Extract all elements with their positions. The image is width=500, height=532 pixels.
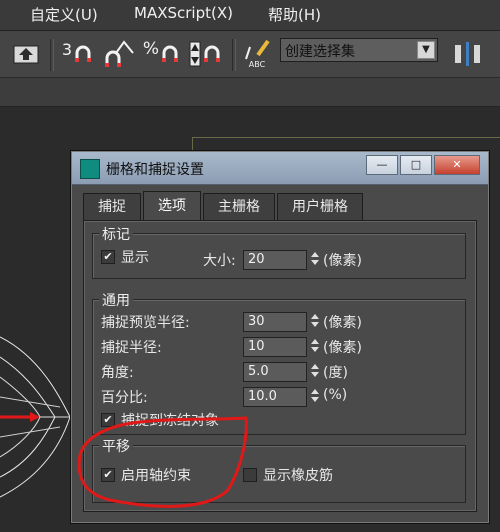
show-markers-checkbox[interactable]: ✔ bbox=[101, 250, 115, 264]
snap-radius-label: 捕捉半径: bbox=[101, 340, 162, 356]
menu-maxscript[interactable]: MAXScript(X) bbox=[134, 4, 233, 22]
rubber-band-checkbox[interactable] bbox=[243, 468, 257, 482]
general-group-title: 通用 bbox=[99, 290, 133, 310]
snap-toggle-button[interactable]: 3 bbox=[58, 37, 98, 71]
magnet-icon bbox=[75, 45, 92, 62]
general-group: 通用 捕捉预览半径: 30 (像素) 捕捉半径: 10 (像素) 角度: 5.0… bbox=[92, 290, 466, 435]
marker-size-label: 大小: bbox=[203, 253, 236, 269]
snap-to-frozen-checkbox[interactable]: ✔ bbox=[101, 413, 115, 427]
angle-snap-icon bbox=[105, 40, 134, 67]
axis-constraint-checkbox[interactable]: ✔ bbox=[101, 468, 115, 482]
spinner-snap-button[interactable] bbox=[186, 37, 226, 71]
percent-label: 百分比: bbox=[101, 390, 148, 406]
dialog-title: 栅格和捕捉设置 bbox=[106, 162, 204, 178]
edit-named-selection-button[interactable]: ABC bbox=[240, 37, 274, 71]
axis-constraint-label: 启用轴约束 bbox=[121, 468, 191, 484]
marker-size-input[interactable]: 20 bbox=[243, 250, 307, 270]
toolbar-separator bbox=[50, 39, 54, 71]
angle-label: 角度: bbox=[101, 365, 134, 381]
percent-snap-label: % bbox=[142, 39, 160, 59]
marker-size-spinner[interactable] bbox=[309, 250, 320, 270]
tab-home-grid[interactable]: 主栅格 bbox=[203, 193, 275, 220]
menu-bar: 自定义(U) MAXScript(X) 帮助(H) bbox=[0, 0, 500, 31]
pencil-icon bbox=[245, 39, 270, 60]
named-selection-dropdown[interactable]: 创建选择集 ▼ bbox=[280, 38, 438, 62]
angle-spinner[interactable] bbox=[309, 362, 320, 382]
mirror-icon bbox=[455, 42, 480, 66]
close-button[interactable]: ✕ bbox=[434, 155, 480, 175]
angle-unit: (度) bbox=[323, 365, 348, 381]
percent-snap-button[interactable]: % bbox=[142, 37, 182, 71]
edit-named-sel-label: ABC bbox=[248, 60, 266, 69]
dialog-tabs: 捕捉 选项 主栅格 用户栅格 bbox=[83, 191, 365, 221]
angle-input[interactable]: 5.0 bbox=[243, 362, 307, 382]
snap-radius-input[interactable]: 10 bbox=[243, 337, 307, 357]
minimize-button[interactable]: — bbox=[366, 155, 398, 175]
menu-help[interactable]: 帮助(H) bbox=[268, 4, 321, 25]
snap-preview-radius-spinner[interactable] bbox=[309, 312, 320, 332]
tab-options[interactable]: 选项 bbox=[143, 191, 201, 220]
snap-radius-unit: (像素) bbox=[323, 340, 362, 356]
snap-preview-radius-input[interactable]: 30 bbox=[243, 312, 307, 332]
toolbar-strip bbox=[0, 78, 500, 107]
magnet-icon bbox=[204, 45, 220, 62]
dialog-title-bar[interactable]: 栅格和捕捉设置 — □ ✕ bbox=[72, 152, 488, 185]
translation-group: 平移 ✔ 启用轴约束 显示橡皮筋 bbox=[92, 436, 466, 503]
snap-to-frozen-label: 捕捉到冻结对象 bbox=[121, 413, 219, 429]
markers-group-title: 标记 bbox=[99, 224, 133, 244]
snap-radius-spinner[interactable] bbox=[309, 337, 320, 357]
options-panel: 标记 ✔ 显示 大小: 20 (像素) 通用 捕捉预览半径: 30 (像素) 捕… bbox=[83, 220, 477, 512]
snap-3d-label: 3 bbox=[61, 39, 73, 59]
toolbar-separator bbox=[232, 39, 236, 71]
percent-input[interactable]: 10.0 bbox=[243, 387, 307, 407]
rubber-band-label: 显示橡皮筋 bbox=[263, 468, 333, 484]
percent-spinner[interactable] bbox=[309, 387, 320, 407]
named-selection-text: 创建选择集 bbox=[285, 44, 355, 60]
maximize-button[interactable]: □ bbox=[400, 155, 432, 175]
marker-size-unit: (像素) bbox=[323, 253, 362, 269]
wireframe-object bbox=[0, 336, 71, 498]
tab-user-grids[interactable]: 用户栅格 bbox=[277, 193, 363, 220]
tab-snaps[interactable]: 捕捉 bbox=[83, 193, 141, 220]
main-toolbar: 3 % ABC 创建选择集 ▼ bbox=[0, 31, 500, 78]
markers-group: 标记 ✔ 显示 大小: 20 (像素) bbox=[92, 224, 466, 279]
magnet-icon bbox=[162, 45, 179, 62]
grid-snap-settings-dialog: 栅格和捕捉设置 — □ ✕ 捕捉 选项 主栅格 用户栅格 标记 ✔ 显示 大小:… bbox=[70, 150, 490, 524]
show-markers-label: 显示 bbox=[121, 250, 149, 266]
move-up-icon bbox=[13, 45, 39, 64]
spinner-icon bbox=[189, 41, 201, 67]
snap-preview-radius-unit: (像素) bbox=[323, 315, 362, 331]
angle-snap-button[interactable] bbox=[100, 37, 138, 71]
percent-unit: (%) bbox=[323, 387, 348, 403]
select-move-button[interactable] bbox=[8, 37, 44, 71]
viewport-border bbox=[192, 137, 500, 138]
chevron-down-icon[interactable]: ▼ bbox=[417, 41, 435, 59]
snap-preview-radius-label: 捕捉预览半径: bbox=[101, 315, 190, 331]
app-icon bbox=[80, 159, 100, 179]
mirror-button[interactable] bbox=[448, 37, 488, 71]
translation-group-title: 平移 bbox=[99, 436, 133, 456]
menu-customize[interactable]: 自定义(U) bbox=[30, 4, 98, 25]
window-controls: — □ ✕ bbox=[366, 155, 480, 175]
